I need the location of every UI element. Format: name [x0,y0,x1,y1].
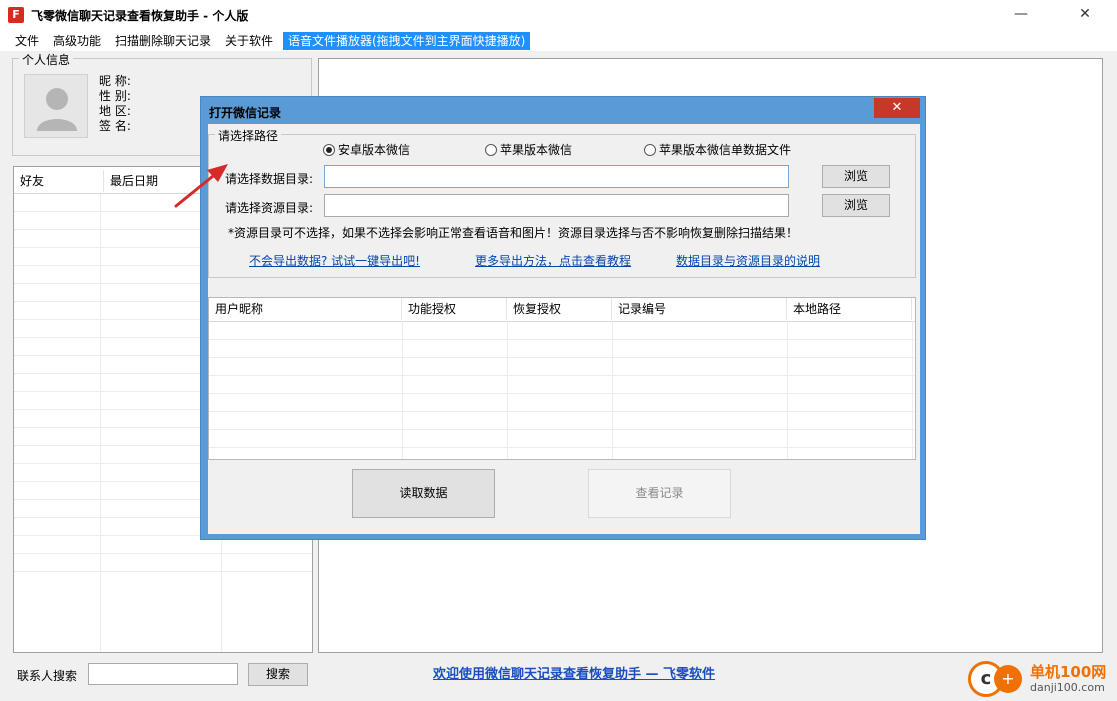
radio-android-label: 安卓版本微信 [338,143,411,157]
account-col-record-id[interactable]: 记录编号 [612,298,787,320]
welcome-link[interactable]: 欢迎使用微信聊天记录查看恢复助手 — 飞零软件 [433,663,715,682]
minimize-button[interactable]: — [1006,0,1036,28]
watermark-url: danji100.com [1030,681,1105,694]
personal-info-fields: 昵 称: 性 别: 地 区: 签 名: [99,74,131,134]
data-dir-input[interactable] [324,165,789,188]
data-dir-label: 请选择数据目录: [225,172,314,186]
watermark-text: 单机100网 [1030,663,1107,681]
gender-label: 性 别: [99,89,131,103]
radio-ios-dot[interactable] [485,144,497,156]
browse-resource-dir-button[interactable]: 浏览 [822,194,890,217]
resource-dir-input[interactable] [324,194,789,217]
personal-info-legend: 个人信息 [19,51,74,68]
dialog-close-button[interactable]: ✕ [874,98,920,118]
radio-android-dot[interactable] [323,144,335,156]
path-group-legend: 请选择路径 [215,127,282,144]
resource-dir-note: *资源目录可不选择，如果不选择会影响正常查看语音和图片！资源目录选择与否不影响恢… [228,226,799,240]
view-records-button[interactable]: 查看记录 [588,469,731,518]
radio-ios-single-dot[interactable] [644,144,656,156]
window-title: 飞零微信聊天记录查看恢复助手 - 个人版 [31,9,249,23]
contact-search-label: 联系人搜索 [17,669,78,683]
account-col-nickname[interactable]: 用户昵称 [209,298,402,320]
friends-col-friend[interactable]: 好友 [14,170,104,192]
one-click-export-link[interactable]: 不会导出数据? 试试一键导出吧! [249,252,420,269]
menu-about[interactable]: 关于软件 [220,32,278,50]
directory-help-link[interactable]: 数据目录与资源目录的说明 [676,252,820,269]
dialog-title: 打开微信记录 [209,106,282,120]
close-button[interactable]: ✕ [1070,0,1100,28]
contact-search-input[interactable] [88,663,238,685]
avatar [24,74,88,138]
menu-scan-deleted[interactable]: 扫描删除聊天记录 [110,32,216,50]
read-data-button[interactable]: 读取数据 [352,469,495,518]
radio-android[interactable]: 安卓版本微信 [323,141,410,158]
nickname-label: 昵 称: [99,74,131,88]
account-col-feature-license[interactable]: 功能授权 [402,298,507,320]
menu-file[interactable]: 文件 [10,32,44,50]
menu-voice-player[interactable]: 语音文件播放器(拖拽文件到主界面快捷播放) [283,32,531,50]
resource-dir-label: 请选择资源目录: [225,201,314,215]
radio-ios-single-label: 苹果版本微信单数据文件 [659,143,792,157]
title-bar: F 飞零微信聊天记录查看恢复助手 - 个人版 — ✕ [0,0,1117,30]
search-button[interactable]: 搜索 [248,663,308,686]
radio-ios[interactable]: 苹果版本微信 [485,141,572,158]
annotation-arrow-icon [174,164,228,208]
account-col-local-path[interactable]: 本地路径 [787,298,912,320]
export-tutorial-link[interactable]: 更多导出方法，点击查看教程 [475,252,631,269]
radio-ios-single-file[interactable]: 苹果版本微信单数据文件 [644,141,791,158]
signature-label: 签 名: [99,119,131,133]
danji100-watermark: c + 单机100网 danji100.com [968,659,1113,699]
user-silhouette-icon [37,88,77,131]
region-label: 地 区: [99,104,131,118]
account-table[interactable]: 用户昵称 功能授权 恢复授权 记录编号 本地路径 [208,297,916,460]
radio-ios-label: 苹果版本微信 [500,143,573,157]
watermark-plus-icon: + [994,665,1022,693]
browse-data-dir-button[interactable]: 浏览 [822,165,890,188]
account-col-recovery-license[interactable]: 恢复授权 [507,298,612,320]
menu-bar: 文件 高级功能 扫描删除聊天记录 关于软件 语音文件播放器(拖拽文件到主界面快捷… [0,30,1117,51]
app-icon: F [8,7,24,23]
menu-advanced[interactable]: 高级功能 [48,32,106,50]
